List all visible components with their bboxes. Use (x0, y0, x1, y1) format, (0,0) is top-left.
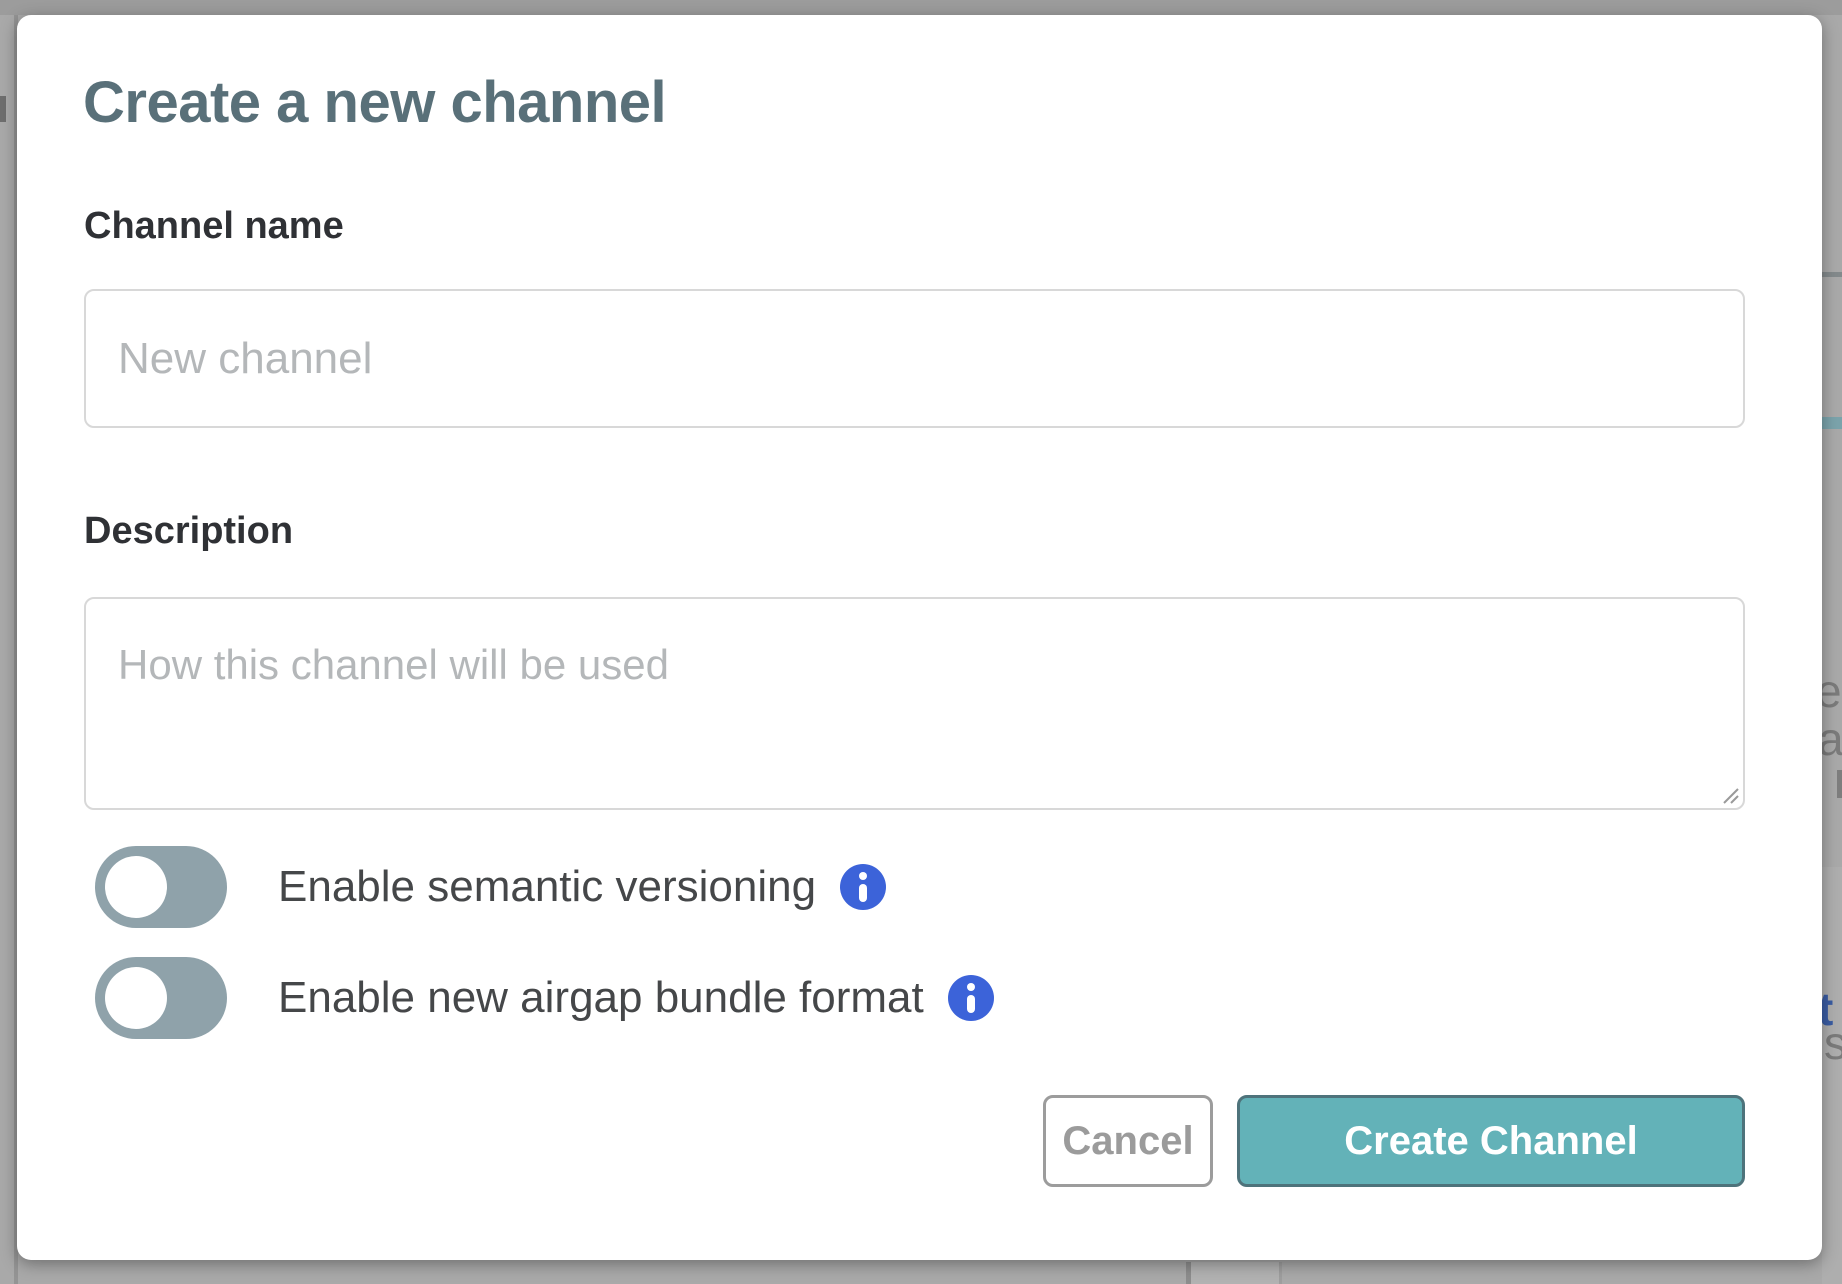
info-icon[interactable] (840, 864, 886, 910)
airgap-bundle-label: Enable new airgap bundle format (278, 973, 924, 1023)
resize-handle-icon[interactable] (1716, 781, 1740, 805)
create-channel-button[interactable]: Create Channel (1237, 1095, 1745, 1187)
airgap-bundle-toggle[interactable] (95, 957, 227, 1039)
toggle-knob (105, 967, 167, 1029)
create-channel-modal: Create a new channel Channel name Descri… (17, 15, 1822, 1260)
background-left-mark (0, 96, 6, 122)
airgap-bundle-row: Enable new airgap bundle format (95, 957, 994, 1039)
channel-name-label: Channel name (84, 205, 344, 248)
info-icon[interactable] (948, 975, 994, 1021)
background-table-cell (1191, 1262, 1279, 1284)
channel-name-input[interactable] (84, 289, 1745, 428)
toggle-knob (105, 856, 167, 918)
cancel-button[interactable]: Cancel (1043, 1095, 1213, 1187)
background-table-border (1279, 1262, 1282, 1284)
semantic-versioning-label: Enable semantic versioning (278, 862, 816, 912)
modal-title: Create a new channel (83, 69, 666, 136)
description-label: Description (84, 510, 293, 553)
semantic-versioning-toggle[interactable] (95, 846, 227, 928)
semantic-versioning-row: Enable semantic versioning (95, 846, 886, 928)
clipped-text-fragment: s (1824, 1020, 1842, 1066)
clipped-text-fragment (1837, 770, 1842, 798)
description-field (84, 597, 1745, 810)
background-teal-bar (1822, 417, 1842, 429)
background-divider-line (1822, 272, 1842, 277)
background-top-band (0, 0, 1842, 15)
background-right-section (1822, 867, 1842, 1284)
description-textarea[interactable] (84, 597, 1745, 810)
